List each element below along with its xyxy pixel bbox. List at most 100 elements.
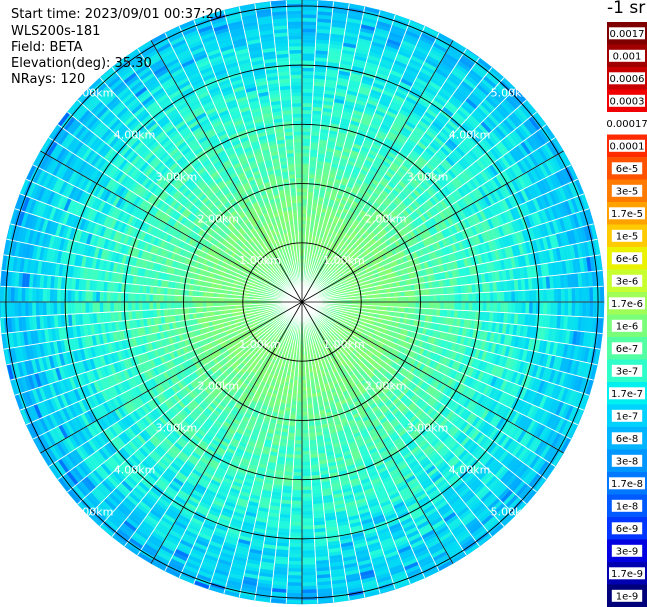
range-bin bbox=[461, 301, 466, 311]
range-bin bbox=[390, 301, 395, 307]
range-bin bbox=[472, 292, 477, 303]
range-bin bbox=[425, 288, 430, 296]
range-bin bbox=[528, 301, 534, 315]
range-bin bbox=[564, 301, 569, 317]
range-bin bbox=[301, 49, 316, 54]
range-bin bbox=[486, 291, 491, 303]
range-bin bbox=[454, 293, 459, 303]
range-bin bbox=[585, 301, 590, 318]
range-bin bbox=[443, 294, 448, 303]
range-bin bbox=[418, 301, 423, 309]
range-bin bbox=[592, 286, 598, 303]
range-bin bbox=[592, 301, 598, 318]
range-bin bbox=[376, 297, 381, 303]
range-bin bbox=[400, 307, 406, 313]
range-bin bbox=[575, 287, 580, 303]
range-bin bbox=[422, 295, 427, 303]
range-bin bbox=[525, 289, 530, 303]
range-bin bbox=[578, 287, 583, 303]
range-bin bbox=[301, 60, 315, 65]
range-bin bbox=[301, 53, 316, 58]
range-bin bbox=[393, 291, 398, 298]
range-bin bbox=[307, 184, 315, 190]
range-bin bbox=[301, 195, 308, 200]
range-bin bbox=[426, 295, 431, 303]
range-bin bbox=[301, 10, 318, 15]
range-bin bbox=[301, 156, 310, 161]
range-bin bbox=[567, 301, 573, 317]
range-bin bbox=[376, 301, 381, 307]
range-bin bbox=[415, 295, 420, 303]
range-bin bbox=[301, 109, 313, 115]
range-bin bbox=[518, 290, 523, 303]
range-bin bbox=[386, 301, 391, 307]
range-bin bbox=[301, 0, 318, 5]
range-bin bbox=[567, 287, 573, 303]
range-bin bbox=[422, 301, 427, 309]
range-bin bbox=[440, 294, 445, 303]
range-bin bbox=[546, 301, 551, 316]
range-bin bbox=[383, 301, 388, 307]
range-bin bbox=[301, 56, 315, 61]
range-bin bbox=[421, 288, 427, 296]
range-bin bbox=[546, 288, 551, 303]
range-bin bbox=[504, 301, 509, 313]
range-bin bbox=[397, 301, 402, 308]
range-bin bbox=[301, 88, 314, 93]
range-bin bbox=[404, 301, 409, 308]
range-bin bbox=[514, 290, 519, 303]
range-bin bbox=[301, 21, 317, 26]
range-bin bbox=[465, 293, 470, 303]
range-bin bbox=[482, 301, 487, 312]
range-bin bbox=[429, 301, 434, 310]
range-bin bbox=[504, 291, 509, 303]
range-bin bbox=[443, 301, 448, 310]
range-bin bbox=[436, 294, 441, 303]
range-bin bbox=[301, 213, 307, 218]
range-bin bbox=[301, 46, 316, 51]
range-bin bbox=[301, 223, 307, 228]
range-bin bbox=[543, 289, 548, 303]
range-bin bbox=[457, 301, 463, 311]
range-bin bbox=[532, 301, 537, 315]
range-bin bbox=[472, 301, 477, 312]
range-bin bbox=[301, 38, 316, 44]
range-bin bbox=[543, 301, 548, 315]
range-bin bbox=[301, 184, 309, 189]
range-bin bbox=[301, 28, 317, 33]
range-bin bbox=[301, 177, 309, 182]
range-bin bbox=[571, 287, 576, 303]
range-bin bbox=[301, 106, 313, 111]
range-bin bbox=[440, 301, 445, 310]
range-bin bbox=[301, 191, 308, 196]
range-bin bbox=[308, 174, 316, 179]
range-bin bbox=[532, 289, 537, 303]
range-bin bbox=[301, 81, 314, 86]
range-bin bbox=[307, 195, 314, 200]
range-bin bbox=[301, 138, 311, 143]
range-bin bbox=[308, 170, 316, 175]
range-bin bbox=[436, 301, 441, 310]
range-bin bbox=[557, 288, 562, 303]
range-bin bbox=[536, 289, 541, 303]
range-bin bbox=[489, 291, 495, 303]
range-bin bbox=[301, 216, 307, 221]
range-bin bbox=[301, 209, 307, 214]
ppi-plot: 1.00km 1.00km1.00km 1.00km2.00km 2.00km2.00… bbox=[0, 0, 605, 605]
range-bin bbox=[301, 17, 318, 22]
range-bin bbox=[301, 205, 308, 210]
range-bin bbox=[301, 42, 316, 47]
range-bin bbox=[301, 145, 311, 150]
range-bin bbox=[525, 301, 530, 315]
range-bin bbox=[301, 92, 314, 97]
range-bin bbox=[408, 296, 413, 303]
range-bin bbox=[307, 188, 315, 193]
range-bin bbox=[379, 301, 384, 307]
range-bin bbox=[301, 163, 310, 168]
range-bin bbox=[411, 295, 416, 303]
range-bin bbox=[553, 301, 558, 316]
range-bin bbox=[482, 292, 487, 303]
range-bin bbox=[301, 149, 311, 154]
range-bin bbox=[489, 301, 495, 313]
range-bin bbox=[536, 301, 541, 315]
